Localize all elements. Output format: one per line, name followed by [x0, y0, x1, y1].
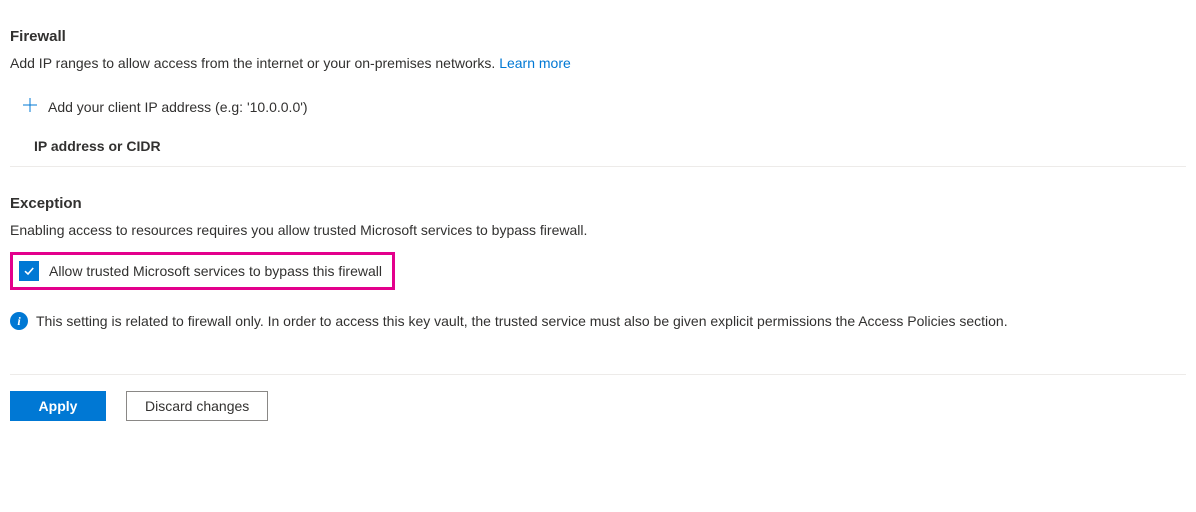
apply-button[interactable]: Apply: [10, 391, 106, 421]
allow-trusted-services-label: Allow trusted Microsoft services to bypa…: [49, 263, 382, 279]
info-message: i This setting is related to firewall on…: [10, 312, 1186, 330]
add-client-ip-button[interactable]: Add your client IP address (e.g: '10.0.0…: [10, 89, 320, 124]
firewall-description: Add IP ranges to allow access from the i…: [10, 55, 1186, 71]
learn-more-link[interactable]: Learn more: [499, 55, 571, 71]
exception-title: Exception: [10, 195, 1186, 212]
footer-actions: Apply Discard changes: [10, 374, 1186, 421]
firewall-title: Firewall: [10, 28, 1186, 45]
firewall-section: Firewall Add IP ranges to allow access f…: [10, 28, 1186, 167]
exception-section: Exception Enabling access to resources r…: [10, 195, 1186, 330]
discard-changes-button[interactable]: Discard changes: [126, 391, 268, 421]
plus-icon: [22, 97, 38, 116]
info-message-text: This setting is related to firewall only…: [36, 313, 1008, 329]
firewall-description-text: Add IP ranges to allow access from the i…: [10, 55, 499, 71]
allow-trusted-services-highlight: Allow trusted Microsoft services to bypa…: [10, 252, 395, 290]
info-icon: i: [10, 312, 28, 330]
allow-trusted-services-checkbox[interactable]: [19, 261, 39, 281]
add-client-ip-label: Add your client IP address (e.g: '10.0.0…: [48, 99, 308, 115]
exception-description: Enabling access to resources requires yo…: [10, 222, 1186, 238]
ip-address-column-header: IP address or CIDR: [10, 124, 1186, 167]
checkmark-icon: [22, 264, 36, 278]
